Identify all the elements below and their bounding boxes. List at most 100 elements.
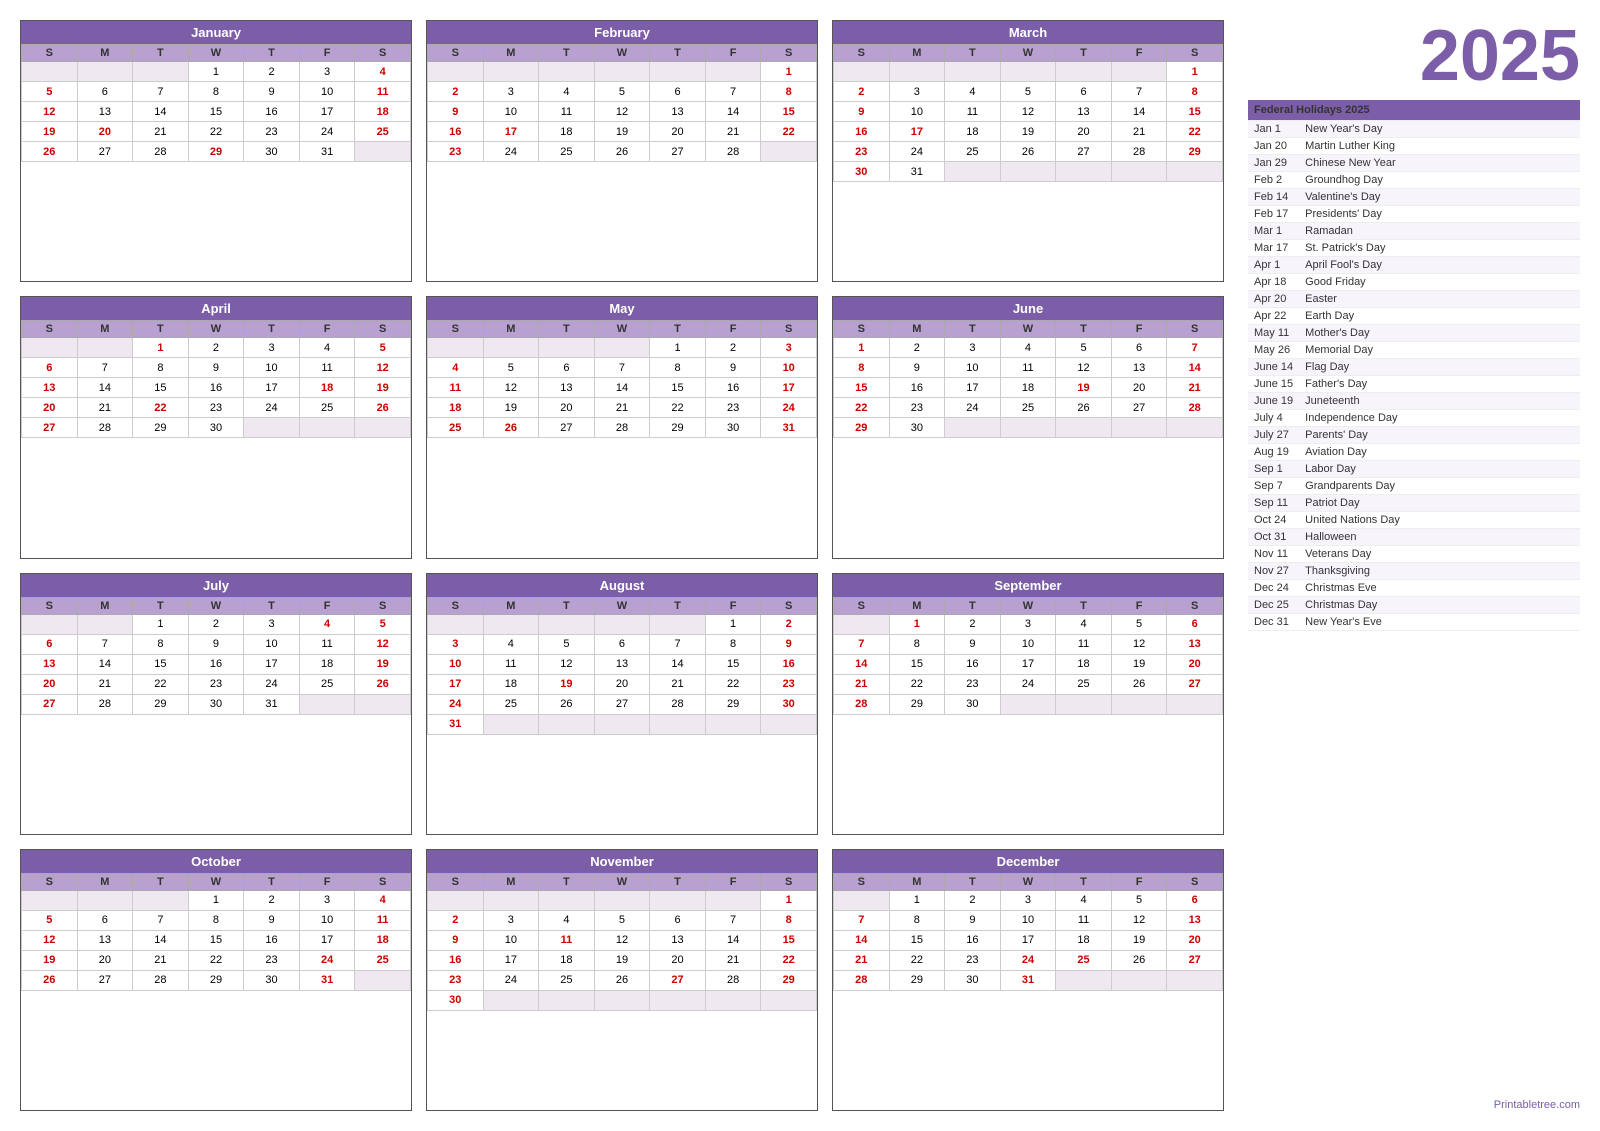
calendar-day: 9 <box>889 358 945 378</box>
calendar-day: 5 <box>355 614 411 634</box>
holiday-name: Grandparents Day <box>1299 478 1580 495</box>
calendar-day: 23 <box>244 122 300 142</box>
calendar-day: 17 <box>945 378 1001 398</box>
day-header: T <box>133 321 189 338</box>
day-header: W <box>594 45 650 62</box>
calendar-day <box>77 62 133 82</box>
month-december: DecemberSMTWTFS1234567891011121314151617… <box>832 849 1224 1111</box>
calendar-day: 16 <box>834 122 890 142</box>
calendar-day: 29 <box>705 694 761 714</box>
calendar-day: 4 <box>945 82 1001 102</box>
calendar-day: 28 <box>1111 142 1167 162</box>
calendar-day: 18 <box>1056 654 1112 674</box>
year-title: 2025 <box>1248 20 1580 92</box>
calendar-day: 25 <box>428 418 484 438</box>
month-table: SMTWTFS123456789101112131415161718192021… <box>833 597 1223 715</box>
calendar-day: 10 <box>299 910 355 930</box>
calendar-day: 27 <box>1056 142 1112 162</box>
calendar-day: 24 <box>1000 950 1056 970</box>
calendar-day: 15 <box>761 102 817 122</box>
calendar-day <box>650 890 706 910</box>
calendar-day: 29 <box>834 418 890 438</box>
holiday-row: June 19Juneteenth <box>1248 393 1580 410</box>
calendar-day: 29 <box>889 970 945 990</box>
day-header: F <box>299 873 355 890</box>
day-header: T <box>650 597 706 614</box>
calendar-day: 25 <box>1000 398 1056 418</box>
calendar-day <box>650 62 706 82</box>
calendar-day: 29 <box>188 970 244 990</box>
calendar-day <box>889 62 945 82</box>
calendar-day: 6 <box>22 358 78 378</box>
holiday-name: Christmas Eve <box>1299 580 1580 597</box>
holiday-row: June 15Father's Day <box>1248 376 1580 393</box>
calendar-day: 2 <box>945 614 1001 634</box>
calendar-day: 4 <box>299 338 355 358</box>
day-header: M <box>77 873 133 890</box>
holiday-row: Sep 11Patriot Day <box>1248 495 1580 512</box>
day-header: T <box>1056 597 1112 614</box>
calendar-day: 9 <box>945 634 1001 654</box>
calendar-day: 6 <box>650 82 706 102</box>
calendar-day: 17 <box>428 674 484 694</box>
calendar-day: 8 <box>1167 82 1223 102</box>
holiday-row: May 26Memorial Day <box>1248 342 1580 359</box>
day-header: S <box>834 597 890 614</box>
day-header: M <box>889 321 945 338</box>
calendar-day: 6 <box>1167 614 1223 634</box>
calendar-day: 17 <box>299 102 355 122</box>
calendar-day <box>761 142 817 162</box>
day-header: W <box>1000 45 1056 62</box>
calendar-day: 23 <box>428 142 484 162</box>
calendar-day: 30 <box>945 970 1001 990</box>
day-header: F <box>1111 597 1167 614</box>
calendar-day: 12 <box>1056 358 1112 378</box>
calendar-day: 24 <box>299 950 355 970</box>
calendar-day: 9 <box>761 634 817 654</box>
calendar-day: 17 <box>299 930 355 950</box>
calendar-day: 30 <box>834 162 890 182</box>
calendar-day <box>1056 694 1112 714</box>
calendar-day: 6 <box>650 910 706 930</box>
holiday-row: Sep 1Labor Day <box>1248 461 1580 478</box>
day-header: S <box>761 321 817 338</box>
holiday-date: Feb 2 <box>1248 172 1299 189</box>
calendar-day: 4 <box>1056 890 1112 910</box>
calendar-day: 16 <box>761 654 817 674</box>
calendar-day: 24 <box>483 142 539 162</box>
calendar-day: 17 <box>483 122 539 142</box>
calendar-day: 4 <box>539 82 595 102</box>
month-header: April <box>21 297 411 320</box>
calendar-day <box>133 890 189 910</box>
calendar-day: 18 <box>299 654 355 674</box>
day-header: T <box>244 597 300 614</box>
calendar-day: 16 <box>244 102 300 122</box>
calendar-day: 26 <box>483 418 539 438</box>
calendar-day: 21 <box>77 674 133 694</box>
calendar-day <box>483 62 539 82</box>
calendar-day: 23 <box>705 398 761 418</box>
calendar-day: 11 <box>1056 634 1112 654</box>
holiday-date: Aug 19 <box>1248 444 1299 461</box>
calendar-day: 25 <box>945 142 1001 162</box>
calendar-day <box>77 338 133 358</box>
day-header: T <box>650 321 706 338</box>
day-header: W <box>188 873 244 890</box>
holiday-row: Dec 24Christmas Eve <box>1248 580 1580 597</box>
calendar-day: 2 <box>889 338 945 358</box>
calendar-day: 18 <box>1000 378 1056 398</box>
month-header: January <box>21 21 411 44</box>
day-header: S <box>428 45 484 62</box>
calendar-day: 6 <box>1167 890 1223 910</box>
day-header: S <box>22 597 78 614</box>
day-header: S <box>355 873 411 890</box>
calendar-day <box>834 62 890 82</box>
footer-link[interactable]: Printabletree.com <box>1248 1095 1580 1111</box>
calendar-day: 27 <box>22 694 78 714</box>
calendar-day: 23 <box>188 398 244 418</box>
calendar-day: 20 <box>22 398 78 418</box>
calendar-day: 14 <box>1167 358 1223 378</box>
holiday-name: United Nations Day <box>1299 512 1580 529</box>
calendar-day: 24 <box>945 398 1001 418</box>
day-header: T <box>650 873 706 890</box>
